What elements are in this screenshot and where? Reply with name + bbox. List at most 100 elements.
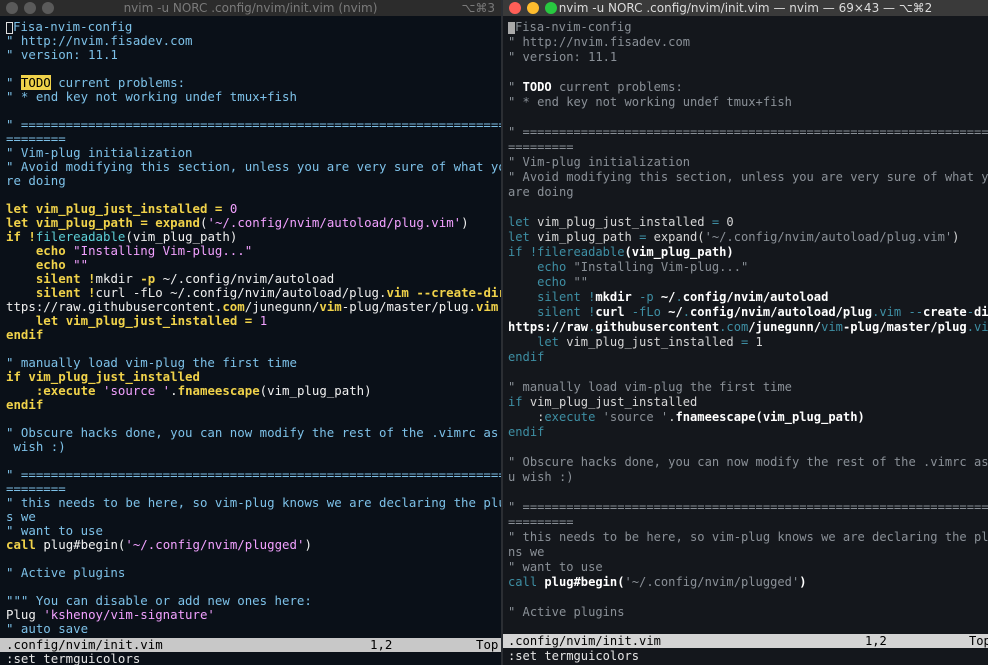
code-line: " TODO current problems: <box>6 75 501 90</box>
title-bar[interactable]: nvim -u NORC .config/nvim/init.vim (nvim… <box>0 0 501 16</box>
code-token: if <box>508 395 523 409</box>
code-token: https://raw <box>508 320 589 334</box>
code-token: are doing <box>508 185 574 199</box>
code-token: " this needs to be here, so vim-plug kno… <box>508 530 988 544</box>
command-line[interactable]: :set termguicolors <box>503 649 988 663</box>
code-token: let <box>508 215 530 229</box>
code-token: ~/.config/nvim/autoload <box>155 271 335 286</box>
code-token: let <box>508 230 530 244</box>
code-line: echo "Installing Vim-plug..." <box>508 260 988 275</box>
code-line: silent !mkdir -p ~/.config/nvim/autoload <box>508 290 988 305</box>
code-line: " Vim-plug initialization <box>508 155 988 170</box>
text-cursor <box>6 21 13 34</box>
window-title: nvim -u NORC .config/nvim/init.vim (nvim… <box>123 1 378 15</box>
code-token: curl <box>595 305 632 319</box>
code-line: " ======================================… <box>508 500 988 515</box>
code-token: -plug/master/plug. <box>341 299 477 314</box>
command-line[interactable]: :set termguicolors <box>0 652 501 665</box>
scroll-position: Top <box>969 634 988 648</box>
code-token: let <box>35 313 59 328</box>
code-line: are doing <box>508 185 988 200</box>
code-token: " Obscure hacks done, you can now modify… <box>508 455 988 469</box>
code-token: " http://nvim.fisadev.com <box>508 35 691 49</box>
code-line: " manually load vim-plug the first time <box>508 380 988 395</box>
code-token: vim <box>319 299 342 314</box>
code-token: /junegunn/ <box>244 299 320 314</box>
code-token: expand <box>155 215 201 230</box>
code-line: " ======================================… <box>508 125 988 140</box>
code-token: " <box>508 80 523 94</box>
code-line: ========= <box>508 515 988 530</box>
code-token: githubusercontent <box>595 320 720 334</box>
terminal-window-right[interactable]: nvim -u NORC .config/nvim/init.vim — nvi… <box>503 0 988 665</box>
code-token: ======== <box>6 131 66 146</box>
code-token: current problems: <box>50 75 186 90</box>
code-line: if vim_plug_just_installed <box>508 395 988 410</box>
code-token: " * end key not working undef tmux+fish <box>6 89 297 104</box>
code-line: " Obscure hacks done, you can now modify… <box>508 455 988 470</box>
code-line: call plug#begin('~/.config/nvim/plugged'… <box>6 538 501 552</box>
code-token: Fisa-nvim-config <box>515 20 632 34</box>
status-filename: .config/nvim/init.vim <box>508 634 661 648</box>
terminal-window-left[interactable]: nvim -u NORC .config/nvim/init.vim (nvim… <box>0 0 501 665</box>
code-token: silent ! <box>537 305 596 319</box>
code-token: Plug <box>6 607 44 622</box>
code-token: "Installing Vim-plug..." <box>573 260 749 274</box>
code-line: " manually load vim-plug the first time <box>6 356 501 370</box>
code-line: silent !curl -fLo ~/.config/nvim/autoloa… <box>508 305 988 320</box>
code-line: ======== <box>6 482 501 496</box>
code-token: u wish :) <box>508 470 574 484</box>
code-token: 'source ' <box>103 383 171 398</box>
code-token: echo <box>35 257 66 272</box>
code-token: let <box>6 215 29 230</box>
code-line: re doing <box>6 174 501 188</box>
code-token: " ======================================… <box>508 125 988 139</box>
code-line: let vim_plug_just_installed = 0 <box>508 215 988 230</box>
code-line: " want to use <box>508 560 988 575</box>
editor-buffer[interactable]: Fisa-nvim-config " http://nvim.fisadev.co… <box>0 16 501 641</box>
title-bar[interactable]: nvim -u NORC .config/nvim/init.vim — nvi… <box>503 0 988 16</box>
code-token: 1 <box>259 313 268 328</box>
code-token: vim_plug_just_installed <box>65 313 238 328</box>
code-line: endif <box>6 328 501 342</box>
code-token: -p <box>140 271 156 286</box>
code-line: ttps://raw.githubusercontent.com/junegun… <box>6 300 501 314</box>
code-token: vim_plug_path <box>35 215 133 230</box>
code-line: " Active plugins <box>6 566 501 580</box>
code-line: let vim_plug_path = expand('~/.config/nv… <box>508 230 988 245</box>
code-token: --create-dirs <box>416 285 501 300</box>
code-token: "Installing Vim-plug..." <box>73 243 253 258</box>
code-token: com <box>222 299 245 314</box>
code-token: plug#begin( <box>544 575 625 589</box>
code-token: .vim <box>966 320 988 334</box>
code-token: vim_plug_just_installed <box>28 369 200 384</box>
code-token: if <box>6 229 21 244</box>
code-line: ======== <box>6 132 501 146</box>
code-token: """ You can disable or add new ones here… <box>6 593 312 608</box>
text-cursor <box>508 21 515 34</box>
code-line: " http://nvim.fisadev.com <box>6 34 501 48</box>
code-token: " ======================================… <box>6 467 501 482</box>
editor-buffer[interactable]: Fisa-nvim-config " http://nvim.fisadev.co… <box>503 16 988 641</box>
code-token: (vim_plug_path) <box>259 383 372 398</box>
code-token: silent ! <box>35 271 96 286</box>
code-line: echo "" <box>6 258 501 272</box>
code-token: ns we <box>508 545 545 559</box>
code-token: !filereadable <box>529 245 625 259</box>
code-line: silent !curl -fLo ~/.config/nvim/autoloa… <box>6 286 501 300</box>
